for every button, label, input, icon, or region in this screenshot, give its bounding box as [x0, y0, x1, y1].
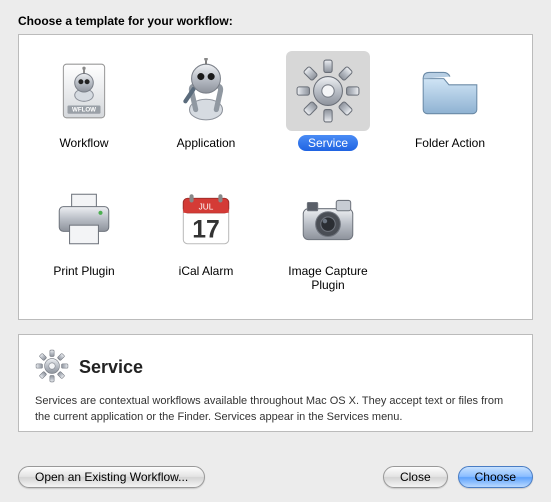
camera-icon — [286, 179, 370, 259]
description-panel: Service Services are contextual workflow… — [18, 334, 533, 432]
button-row: Open an Existing Workflow... Close Choos… — [18, 466, 533, 488]
open-existing-button[interactable]: Open an Existing Workflow... — [18, 466, 205, 488]
workflow-icon — [42, 51, 126, 131]
close-button[interactable]: Close — [383, 466, 448, 488]
template-tile-service[interactable]: Service — [267, 43, 389, 171]
template-tile-folderaction[interactable]: Folder Action — [389, 43, 511, 171]
description-text: Services are contextual workflows availa… — [35, 394, 516, 426]
dialog-header: Choose a template for your workflow: — [18, 14, 533, 28]
gear-icon — [35, 349, 69, 386]
app-icon — [164, 51, 248, 131]
template-tile-icalalarm[interactable]: iCal Alarm — [145, 171, 267, 299]
template-tile-imagecapture[interactable]: Image Capture Plugin — [267, 171, 389, 299]
template-tile-application[interactable]: Application — [145, 43, 267, 171]
template-label: iCal Alarm — [169, 263, 244, 279]
template-label: Print Plugin — [43, 263, 124, 279]
template-label: Image Capture Plugin — [273, 263, 383, 294]
template-grid-panel: Workflow Application Service Folder Action P… — [18, 34, 533, 320]
template-label: Application — [167, 135, 246, 151]
template-tile-printplugin[interactable]: Print Plugin — [23, 171, 145, 299]
description-title: Service — [79, 357, 143, 378]
gear-icon — [286, 51, 370, 131]
template-label: Service — [298, 135, 358, 151]
calendar-icon — [164, 179, 248, 259]
template-label: Folder Action — [405, 135, 495, 151]
printer-icon — [42, 179, 126, 259]
template-tile-workflow[interactable]: Workflow — [23, 43, 145, 171]
folder-icon — [408, 51, 492, 131]
choose-button[interactable]: Choose — [458, 466, 533, 488]
template-label: Workflow — [49, 135, 118, 151]
template-chooser-dialog: Choose a template for your workflow: Wor… — [0, 0, 551, 502]
